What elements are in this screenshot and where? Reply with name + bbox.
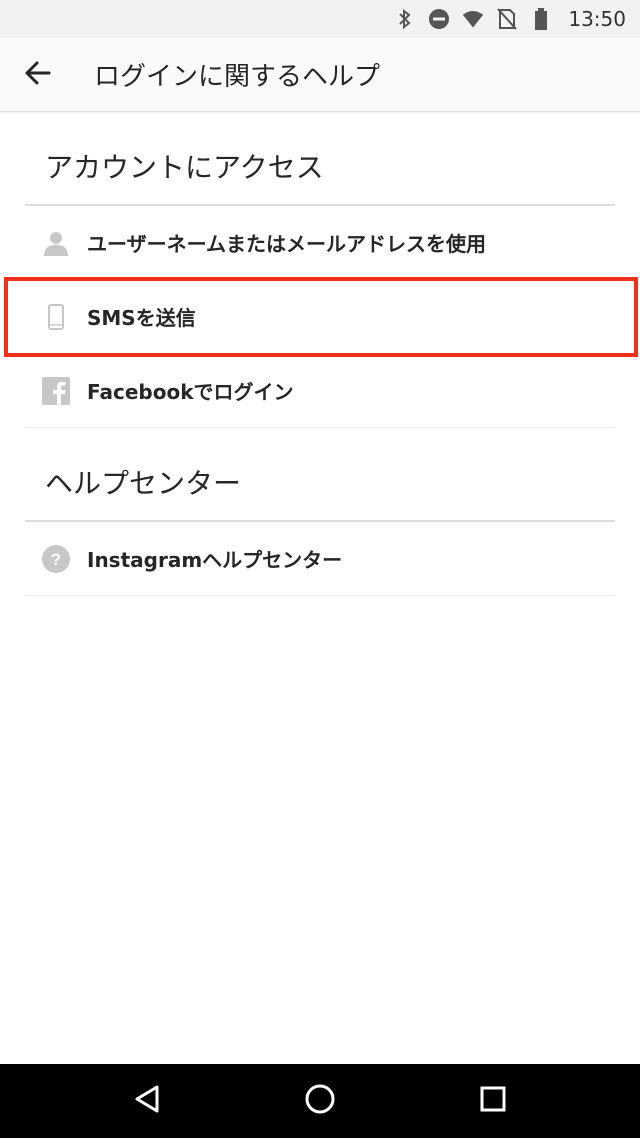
section-header-account-access: アカウントにアクセス [25, 112, 615, 206]
help-content: アカウントにアクセス ユーザーネームまたはメールアドレスを使用 SMSを送信 F… [25, 112, 615, 596]
back-triangle-icon [133, 1084, 161, 1118]
nav-home-button[interactable] [290, 1071, 350, 1131]
list-item-instagram-help-center[interactable]: ? Instagramヘルプセンター [25, 522, 615, 596]
list-item-label: ユーザーネームまたはメールアドレスを使用 [87, 232, 486, 256]
list-item-send-sms[interactable]: SMSを送信 [25, 280, 615, 354]
section-header-help-center: ヘルプセンター [25, 428, 615, 522]
help-circle-icon: ? [41, 544, 71, 574]
nav-recents-button[interactable] [463, 1071, 523, 1131]
app-bar: ログインに関するヘルプ [0, 38, 640, 112]
status-time: 13:50 [568, 7, 626, 31]
list-item-label: SMSを送信 [87, 306, 196, 330]
list-item-username-email[interactable]: ユーザーネームまたはメールアドレスを使用 [25, 206, 615, 280]
list-item-facebook-login[interactable]: Facebookでログイン [25, 354, 615, 428]
svg-text:?: ? [51, 550, 61, 569]
no-sim-icon [496, 8, 518, 30]
arrow-left-icon [23, 59, 51, 91]
phone-icon [41, 302, 71, 332]
navigation-bar [0, 1064, 640, 1138]
status-bar: 13:50 [0, 0, 640, 38]
facebook-icon [41, 376, 71, 406]
person-icon [41, 228, 71, 258]
recents-square-icon [479, 1085, 507, 1117]
list-item-label: Facebookでログイン [87, 380, 294, 404]
do-not-disturb-icon [428, 8, 450, 30]
back-button[interactable] [0, 38, 74, 112]
page-title: ログインに関するヘルプ [94, 62, 381, 92]
list-item-label: Instagramヘルプセンター [87, 548, 343, 572]
home-circle-icon [304, 1083, 336, 1119]
wifi-icon [462, 8, 484, 30]
nav-back-button[interactable] [117, 1071, 177, 1131]
bluetooth-icon [394, 8, 416, 30]
battery-icon [530, 8, 552, 30]
